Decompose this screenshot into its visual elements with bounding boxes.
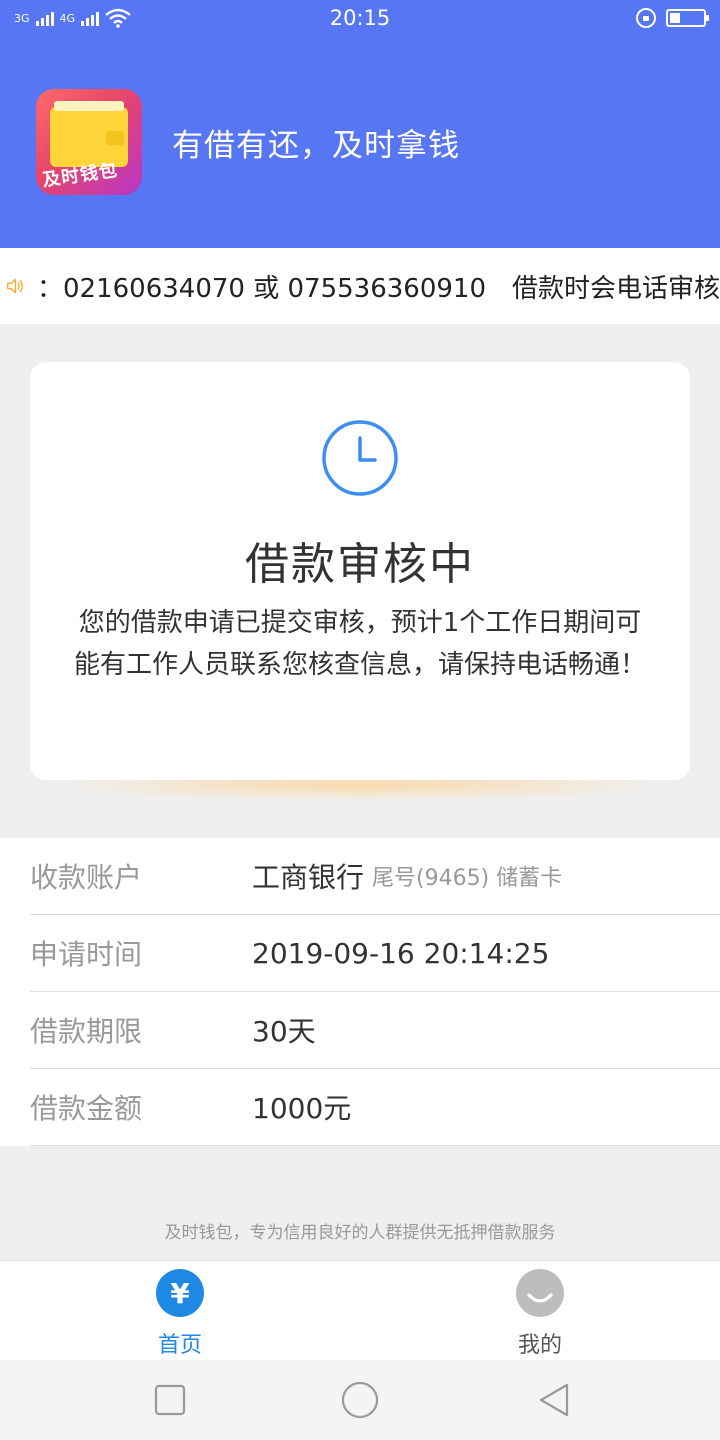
detail-label: 借款期限 (30, 1015, 143, 1048)
yuan-icon: ¥ (156, 1269, 204, 1317)
wallet-icon (50, 101, 128, 167)
detail-value: 30天 (252, 1015, 316, 1048)
footer-note: 及时钱包，专为信用良好的人群提供无抵押借款服务 (164, 1223, 556, 1243)
tab-label: 我的 (517, 1333, 562, 1358)
status-description: 您的借款申请已提交审核，预计1个工作日期间可能有工作人员联系您核查信息，请保持电… (73, 608, 646, 680)
tab-home[interactable]: ¥ 首页 (0, 1261, 360, 1360)
battery-icon (666, 9, 709, 27)
header-slogan: 有借有还，及时拿钱 (172, 127, 460, 164)
app-logo: 及时钱包 (36, 89, 142, 195)
notice-bar: ：02160634070 或 075536360910 借款时会电话审核 (0, 248, 720, 324)
detail-row-time: 申请时间 2019-09-16 20:14:25 (30, 915, 720, 992)
loan-status-card: 借款审核中 您的借款申请已提交审核，预计1个工作日期间可能有工作人员联系您核查信… (30, 362, 690, 780)
clock-icon (320, 418, 400, 498)
detail-label: 申请时间 (30, 938, 143, 971)
notice-text: ：02160634070 或 075536360910 借款时会电话审核 (37, 273, 720, 304)
detail-value: 工商银行 (252, 861, 365, 894)
bottom-tab-bar: ¥ 首页 我的 (0, 1260, 720, 1360)
back-button[interactable] (514, 1360, 594, 1440)
system-nav-bar (0, 1360, 720, 1440)
network-type-1: 3G (14, 11, 30, 25)
recent-apps-button[interactable] (130, 1360, 210, 1440)
tab-mine[interactable]: 我的 (360, 1261, 720, 1360)
wifi-icon (105, 8, 131, 28)
signal-icon-2 (81, 10, 100, 26)
speaker-icon (7, 278, 23, 294)
rotation-lock-icon (636, 8, 656, 28)
detail-label: 收款账户 (30, 861, 143, 894)
tab-label: 首页 (157, 1333, 202, 1358)
detail-value: 1000元 (252, 1092, 352, 1125)
home-button[interactable] (320, 1360, 400, 1440)
detail-row-account: 收款账户 工商银行 尾号(9465) 储蓄卡 (30, 838, 720, 915)
profile-icon (516, 1269, 564, 1317)
square-icon (154, 1384, 186, 1416)
network-type-2: 4G (59, 11, 76, 25)
detail-value: 2019-09-16 20:14:25 (252, 936, 550, 970)
battery-fill (670, 13, 680, 23)
detail-row-amount: 借款金额 1000元 (30, 1069, 720, 1146)
status-title: 借款审核中 (245, 539, 475, 590)
signal-group: 3G 4G (14, 8, 131, 28)
circle-icon (341, 1381, 379, 1419)
status-right (636, 8, 709, 28)
detail-row-term: 借款期限 30天 (30, 992, 720, 1069)
loan-details: 收款账户 工商银行 尾号(9465) 储蓄卡 申请时间 2019-09-16 2… (0, 838, 720, 1146)
detail-label: 借款金额 (30, 1092, 143, 1125)
status-bar: 3G 4G 20:15 (0, 0, 720, 36)
signal-icon (35, 10, 54, 26)
app-header: 及时钱包 有借有还，及时拿钱 (0, 36, 720, 248)
detail-sub: 尾号(9465) 储蓄卡 (372, 866, 563, 891)
back-triangle-icon (539, 1383, 569, 1417)
